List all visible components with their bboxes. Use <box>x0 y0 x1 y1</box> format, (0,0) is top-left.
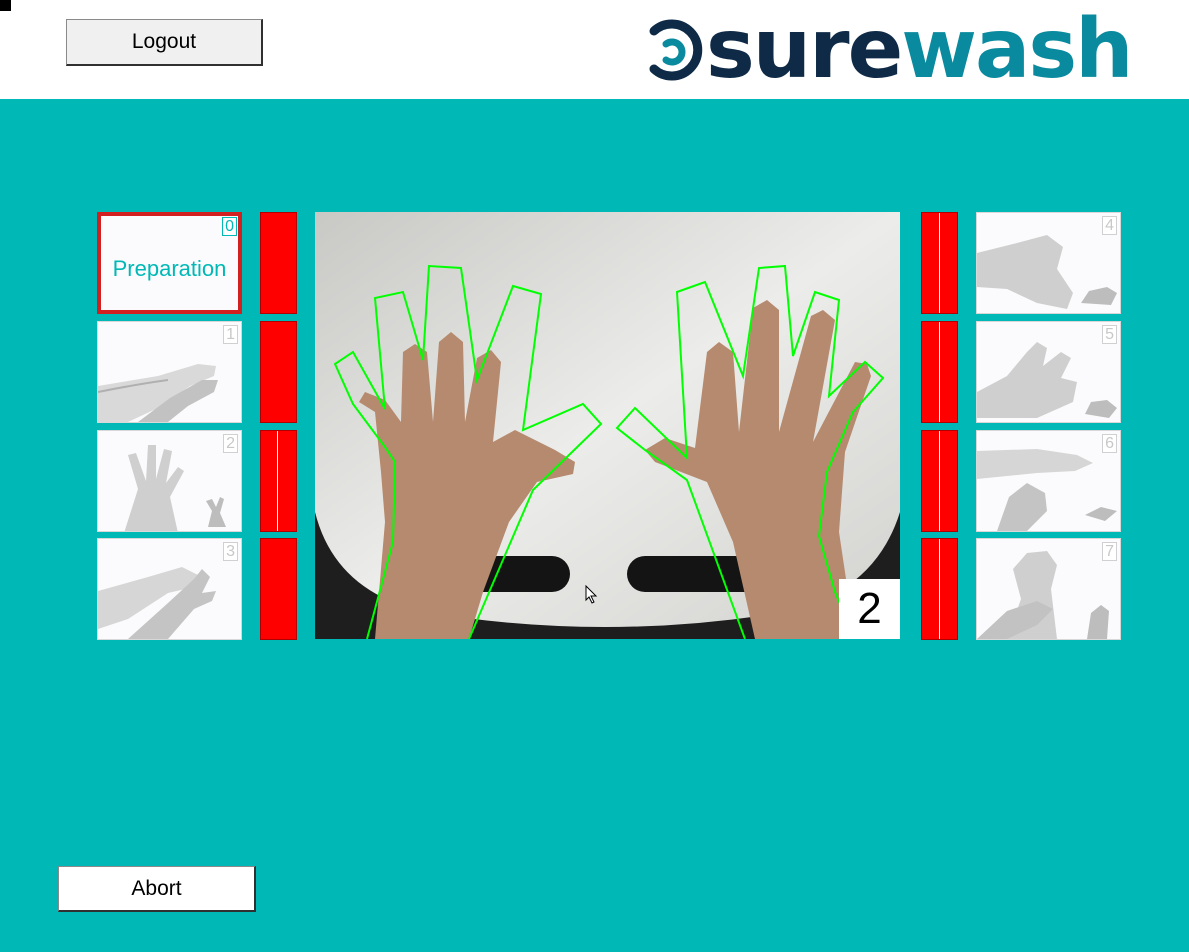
progress-bar-6 <box>921 430 958 532</box>
step-number: 3 <box>223 542 238 561</box>
progress-divider <box>939 322 940 422</box>
step-tile-4[interactable]: 4 <box>976 212 1121 314</box>
progress-bar-4 <box>921 212 958 314</box>
step-tile-0[interactable]: 0 Preparation <box>97 212 242 314</box>
corner-mark <box>0 0 11 11</box>
step-number: 7 <box>1102 542 1117 561</box>
step-number: 0 <box>222 217 237 236</box>
step-tile-5[interactable]: 5 <box>976 321 1121 423</box>
camera-image <box>315 212 900 639</box>
progress-divider <box>939 213 940 313</box>
wrist-rub-icon <box>977 551 1109 639</box>
progress-bar-5 <box>921 321 958 423</box>
progress-bar-3 <box>260 538 297 640</box>
progress-bar-7 <box>921 538 958 640</box>
step-label: Preparation <box>112 256 227 281</box>
thumb-rotation-icon <box>977 342 1117 418</box>
step-tile-6[interactable]: 6 <box>976 430 1121 532</box>
countdown-counter: 2 <box>839 579 900 639</box>
progress-bar-1 <box>260 321 297 423</box>
progress-divider <box>939 431 940 531</box>
logout-button[interactable]: Logout <box>66 19 263 66</box>
logo-text: surewash <box>706 9 1134 91</box>
step-tile-2[interactable]: 2 <box>97 430 242 532</box>
abort-button[interactable]: Abort <box>58 866 256 912</box>
fingers-interlaced-icon <box>124 445 226 531</box>
logo-text-sure: sure <box>706 2 903 97</box>
step-tile-3[interactable]: 3 <box>97 538 242 640</box>
step-number: 4 <box>1102 216 1117 235</box>
palm-to-palm-icon <box>98 364 218 422</box>
step-tile-1[interactable]: 1 <box>97 321 242 423</box>
progress-divider <box>277 431 278 531</box>
progress-bar-0 <box>260 212 297 314</box>
fingers-locked-icon <box>977 235 1117 309</box>
fingertips-palm-icon <box>977 449 1117 531</box>
step-number: 5 <box>1102 325 1117 344</box>
mouse-cursor-icon <box>585 585 598 604</box>
step-number: 1 <box>223 325 238 344</box>
logo-text-wash: wash <box>901 2 1133 97</box>
progress-bar-2 <box>260 430 297 532</box>
step-number: 6 <box>1102 434 1117 453</box>
palm-over-back-icon <box>98 567 216 639</box>
step-tile-7[interactable]: 7 <box>976 538 1121 640</box>
camera-feed <box>315 212 900 639</box>
surewash-logo: surewash <box>640 4 1134 96</box>
progress-divider <box>939 539 940 639</box>
logo-wave-icon <box>649 19 703 81</box>
step-number: 2 <box>223 434 238 453</box>
